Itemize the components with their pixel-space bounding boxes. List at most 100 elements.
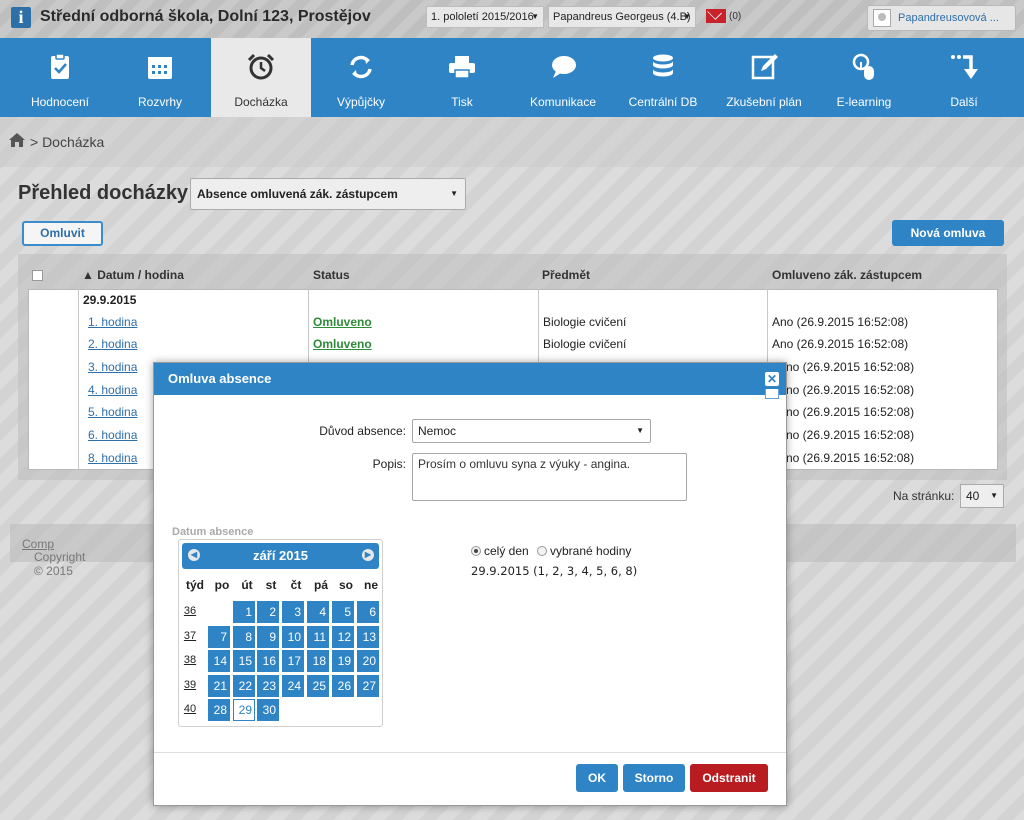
description-textarea[interactable]: Prosím o omluvu syna z výuky - angina. — [412, 453, 687, 501]
calendar-day[interactable]: 23 — [257, 674, 279, 697]
calendar-week-number[interactable]: 39 — [179, 679, 201, 691]
excuse-dialog: Omluva absence ✕ Důvod absence: Nemoc ▼ P… — [153, 362, 787, 806]
calendar-day[interactable]: 29 — [233, 699, 255, 721]
reason-select[interactable]: Nemoc ▼ — [412, 419, 651, 443]
new-excuse-button[interactable]: Nová omluva — [892, 220, 1004, 246]
user-menu[interactable]: Papandreusovová ... — [867, 5, 1016, 31]
nav-dochazka[interactable]: Docházka — [211, 38, 311, 117]
calendar-day[interactable]: 17 — [282, 650, 304, 672]
select-all-checkbox[interactable] — [32, 270, 43, 281]
nav-tisk[interactable]: Tisk — [412, 38, 512, 117]
calendar-day[interactable]: 5 — [332, 601, 354, 623]
nav-vypujcky[interactable]: Výpůjčky — [311, 38, 411, 117]
calendar-day[interactable]: 12 — [332, 625, 354, 648]
calendar-day[interactable]: 22 — [233, 674, 255, 697]
calendar-day[interactable]: 3 — [282, 601, 304, 623]
excuse-button[interactable]: Omluvit — [22, 221, 103, 246]
calendar-week-number[interactable]: 38 — [179, 654, 201, 666]
chevron-down-icon: ▼ — [636, 426, 644, 435]
nav-zkusebni-plan[interactable]: Zkušební plán — [714, 38, 814, 117]
delete-button[interactable]: Odstranit — [690, 764, 768, 792]
footer-link[interactable]: Comp — [22, 537, 54, 551]
nav-dalsi[interactable]: Další — [914, 38, 1014, 117]
page-title: Přehled docházky — [18, 182, 189, 204]
calendar-day[interactable]: 11 — [307, 625, 329, 648]
excused-value: no (26.9.2015 16:52:08) — [786, 405, 915, 419]
calendar-day[interactable]: 4 — [307, 601, 329, 623]
nav-e-learning[interactable]: E-learning — [814, 38, 914, 117]
nav-komunikace[interactable]: Komunikace — [513, 38, 613, 117]
calendar-dow-label: po — [214, 578, 230, 592]
chevron-down-icon: ▼ — [683, 12, 691, 21]
calendar-day[interactable]: 7 — [208, 625, 230, 648]
school-name: Střední odborná škola, Dolní 123, Prostě… — [40, 8, 371, 25]
nav-rozvrhy[interactable]: Rozvrhy — [110, 38, 210, 117]
period-select[interactable]: 1. pololetí 2015/2016 ▼ — [426, 6, 544, 28]
excused-value: no (26.9.2015 16:52:08) — [786, 383, 915, 397]
column-header-status[interactable]: Status — [313, 268, 350, 282]
calendar-day[interactable]: 19 — [332, 650, 354, 672]
hour-link[interactable]: 5. hodina — [88, 405, 137, 419]
chevron-down-icon: ▼ — [450, 189, 458, 198]
nav-centralni-db[interactable]: Centrální DB — [613, 38, 713, 117]
calendar-day[interactable]: 21 — [208, 674, 230, 697]
calendar-day[interactable]: 2 — [257, 601, 279, 623]
nav-label: Výpůjčky — [336, 95, 386, 109]
nav-hodnoceni[interactable]: Hodnocení — [10, 38, 110, 117]
column-header-date[interactable]: ▲ Datum / hodina — [82, 268, 184, 282]
hour-link[interactable]: 3. hodina — [88, 360, 137, 374]
calendar-day[interactable]: 9 — [257, 625, 279, 648]
calendar-day[interactable]: 15 — [233, 650, 255, 672]
hour-link[interactable]: 4. hodina — [88, 383, 137, 397]
calendar-day[interactable]: 25 — [307, 674, 329, 697]
calendar-day[interactable]: 1 — [233, 601, 255, 623]
calendar-day[interactable]: 13 — [357, 625, 379, 648]
column-header-excused[interactable]: Omluveno zák. zástupcem — [772, 268, 922, 282]
dialog-toggle-checkbox[interactable] — [765, 389, 779, 399]
calendar-day[interactable]: 20 — [357, 650, 379, 672]
nav-label: Hodnocení — [30, 95, 90, 109]
calendar-day[interactable]: 26 — [332, 674, 354, 697]
calendar-day[interactable]: 27 — [357, 674, 379, 697]
hour-link[interactable]: 2. hodina — [88, 337, 137, 351]
calendar-day[interactable]: 24 — [282, 674, 304, 697]
calendar-week-number[interactable]: 40 — [179, 703, 201, 715]
selected-hours-radio[interactable] — [537, 546, 547, 556]
calendar-day[interactable]: 30 — [257, 699, 279, 721]
prev-month-icon[interactable]: ◀ — [188, 549, 200, 561]
breadcrumb: > Docházka — [30, 134, 105, 150]
absence-calendar: září 2015 ◀ ▶ týd po út st čt pá so ne 36 1 2 3 4 5 6 3… — [178, 539, 383, 727]
hour-link[interactable]: 1. hodina — [88, 315, 137, 329]
next-month-icon[interactable]: ▶ — [362, 549, 374, 561]
student-select[interactable]: Papandreus Georgeus (4.B) ▼ — [548, 6, 696, 28]
calendar-day[interactable]: 18 — [307, 650, 329, 672]
avatar — [873, 9, 891, 27]
calendar-day[interactable]: 28 — [208, 699, 230, 721]
calendar-day[interactable]: 6 — [357, 601, 379, 623]
absence-filter-select[interactable]: Absence omluvená zák. zástupcem ▼ — [190, 178, 466, 210]
calendar-week-number[interactable]: 37 — [179, 630, 201, 642]
cancel-button[interactable]: Storno — [623, 764, 685, 792]
calendar-day[interactable]: 8 — [233, 625, 255, 648]
chat-bubbles-icon — [548, 52, 578, 82]
calendar-day[interactable]: 14 — [208, 650, 230, 672]
full-day-radio[interactable] — [471, 546, 481, 556]
calendar-week-number[interactable]: 36 — [179, 605, 201, 617]
chevron-down-icon: ▼ — [531, 12, 539, 21]
hour-link[interactable]: 8. hodina — [88, 451, 137, 465]
home-icon[interactable] — [9, 133, 25, 147]
calendar-day[interactable]: 16 — [257, 650, 279, 672]
calendar-header: září 2015 ◀ ▶ — [182, 543, 379, 569]
calendar-day[interactable]: 10 — [282, 625, 304, 648]
calendar-dow-label: čt — [290, 578, 302, 592]
ok-button[interactable]: OK — [576, 764, 618, 792]
hour-link[interactable]: 6. hodina — [88, 428, 137, 442]
status-badge[interactable]: Omluveno — [313, 315, 372, 329]
breadcrumb-bar — [0, 117, 1024, 167]
mail-icon[interactable] — [706, 9, 726, 23]
status-badge[interactable]: Omluveno — [313, 337, 372, 351]
close-icon[interactable]: ✕ — [765, 372, 779, 386]
column-header-subject[interactable]: Předmět — [542, 268, 590, 282]
page-size-select[interactable]: 40 ▼ — [960, 484, 1004, 508]
calendar-dow-label: týd — [186, 578, 204, 592]
